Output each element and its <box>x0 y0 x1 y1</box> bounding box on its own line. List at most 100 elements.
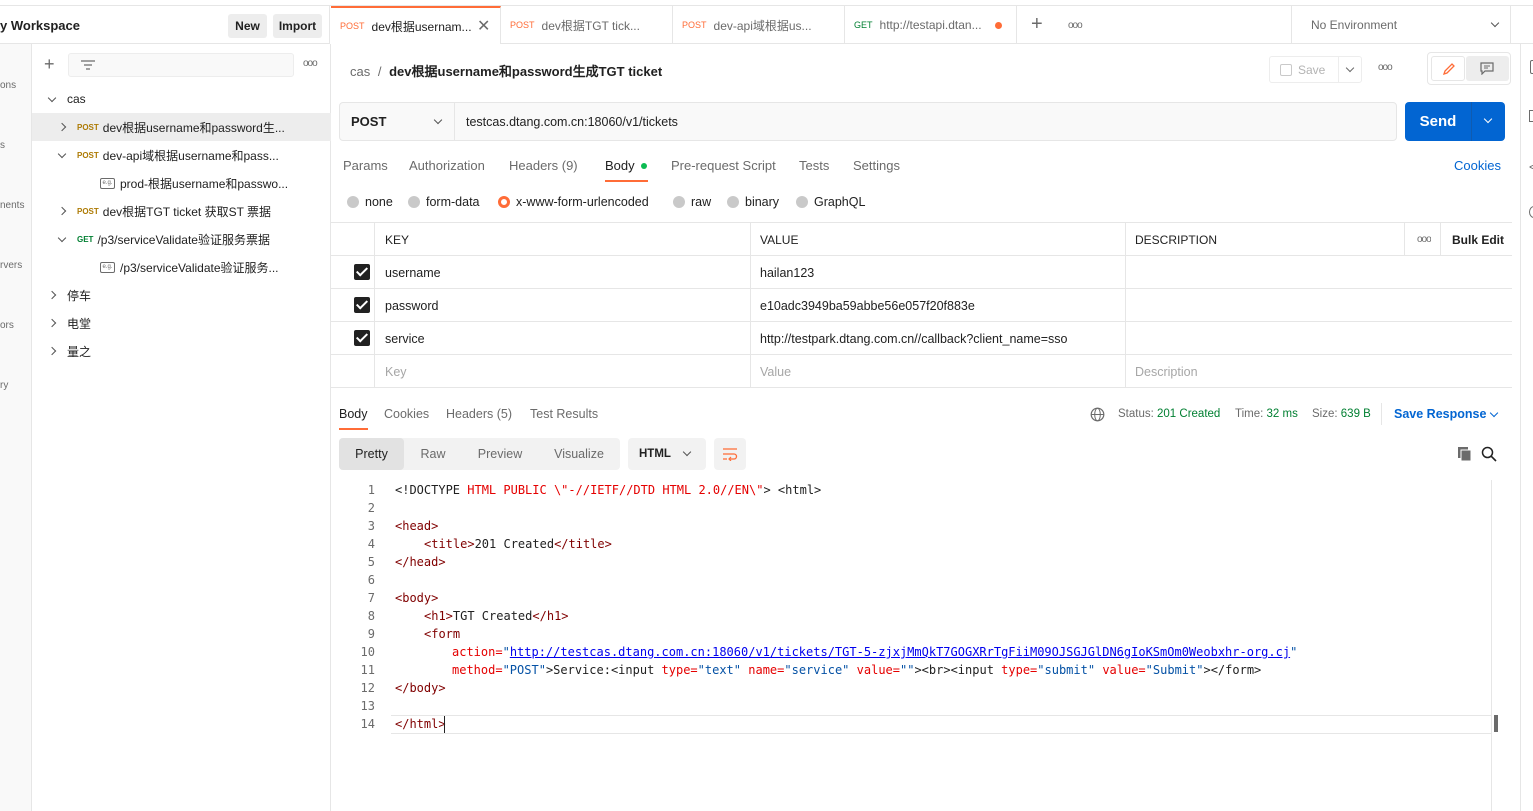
tabs-more-icon[interactable]: ooo <box>1068 20 1083 31</box>
new-key-input[interactable]: Key <box>385 355 407 388</box>
size-value[interactable]: 639 B <box>1341 408 1371 420</box>
response-tab-test-results[interactable]: Test Results <box>530 407 598 421</box>
response-tab-cookies[interactable]: Cookies <box>384 407 429 421</box>
add-collection-icon[interactable]: + <box>44 55 55 73</box>
rail-item-mock-servers[interactable]: rvers <box>0 260 22 271</box>
rail-item-environments[interactable]: nents <box>0 200 24 211</box>
tab-body[interactable]: Body <box>605 158 648 173</box>
tree-request-4[interactable]: GET /p3/serviceValidate验证服务票据 <box>32 225 331 253</box>
radio-graphql[interactable]: GraphQL <box>796 195 865 209</box>
send-button[interactable]: Send <box>1405 102 1471 141</box>
tree-folder-2[interactable]: 停车 <box>32 281 331 309</box>
tree-example-2[interactable]: e.g. /p3/serviceValidate验证服务... <box>32 253 331 281</box>
response-body-editor[interactable]: 1 2 3 4 5 6 7 8 9 10 11 12 13 14 <!DOCTY… <box>331 480 1498 811</box>
row-checkbox[interactable] <box>354 297 370 313</box>
view-visualize-button[interactable]: Visualize <box>538 438 620 470</box>
rail-item-collections[interactable]: ons <box>0 80 16 91</box>
rail-item-apis[interactable]: s <box>0 140 5 151</box>
chevron-down-icon[interactable] <box>1345 63 1355 73</box>
bulk-edit-button[interactable]: Bulk Edit <box>1452 223 1504 256</box>
param-value[interactable]: hailan123 <box>760 256 814 289</box>
response-tab-headers[interactable]: Headers (5) <box>446 407 512 421</box>
wrap-lines-button[interactable] <box>714 438 746 470</box>
comments-icon[interactable] <box>1529 110 1533 122</box>
tab-request-2[interactable]: POST dev根据TGT tick... <box>501 6 673 44</box>
import-button[interactable]: Import <box>273 14 322 38</box>
tab-tests[interactable]: Tests <box>799 158 829 173</box>
param-key[interactable]: service <box>385 322 425 355</box>
tab-request-4[interactable]: GET http://testapi.dtan... <box>845 6 1017 44</box>
radio-binary[interactable]: binary <box>727 195 779 209</box>
code-link[interactable]: http://testcas.dtang.com.cn:18060/v1/tic… <box>510 645 1290 659</box>
view-pretty-button[interactable]: Pretty <box>339 438 404 470</box>
code-token: </h1> <box>532 609 569 623</box>
new-tab-plus-icon[interactable]: + <box>1031 14 1043 34</box>
table-more-icon[interactable]: ooo <box>1417 223 1431 256</box>
format-select[interactable]: HTML <box>628 438 706 470</box>
chevron-down-icon[interactable] <box>1490 18 1500 28</box>
param-value[interactable]: http://testpark.dtang.com.cn//callback?c… <box>760 322 1067 355</box>
chevron-down-icon[interactable] <box>1489 408 1499 418</box>
radio-none[interactable]: none <box>347 195 393 209</box>
new-description-input[interactable]: Description <box>1135 355 1198 388</box>
tab-settings[interactable]: Settings <box>853 158 900 173</box>
line-number: 13 <box>360 699 375 713</box>
globe-icon[interactable] <box>1090 407 1105 422</box>
url-input[interactable]: testcas.dtang.com.cn:18060/v1/tickets <box>466 115 678 129</box>
chevron-down-icon[interactable] <box>1483 114 1493 124</box>
status-value[interactable]: 201 Created <box>1157 408 1220 420</box>
request-more-icon[interactable]: ooo <box>1378 62 1393 73</box>
view-preview-button[interactable]: Preview <box>462 438 538 470</box>
response-tab-body[interactable]: Body <box>339 407 368 421</box>
search-icon[interactable] <box>1481 446 1497 462</box>
radio-x-www-form-urlencoded[interactable]: x-www-form-urlencoded <box>498 195 649 209</box>
request-name[interactable]: dev根据username和password生成TGT ticket <box>389 64 662 79</box>
left-rail: ons s nents rvers ors ry <box>0 44 32 811</box>
tab-request-3[interactable]: POST dev-api域根据us... <box>673 6 845 44</box>
radio-form-data[interactable]: form-data <box>408 195 480 209</box>
tree-folder-cas[interactable]: cas <box>32 85 331 113</box>
environment-selector[interactable]: No Environment <box>1311 18 1397 32</box>
new-value-input[interactable]: Value <box>760 355 791 388</box>
radio-raw[interactable]: raw <box>673 195 711 209</box>
tab-authorization[interactable]: Authorization <box>409 158 485 173</box>
close-icon[interactable]: ✕ <box>477 16 490 36</box>
tree-folder-3[interactable]: 电堂 <box>32 309 331 337</box>
rail-item-monitors[interactable]: ors <box>0 320 14 331</box>
comment-mode-button[interactable] <box>1466 56 1509 81</box>
param-value[interactable]: e10adc3949ba59abbe56e057f20f883e <box>760 289 975 322</box>
code-icon[interactable]: < <box>1529 160 1533 174</box>
editor-scrollbar-track[interactable] <box>1491 480 1492 811</box>
copy-icon[interactable] <box>1457 446 1473 462</box>
save-response-button[interactable]: Save Response <box>1394 407 1486 421</box>
tree-folder-4[interactable]: 量之 <box>32 337 331 365</box>
tree-request-3[interactable]: POST dev根据TGT ticket 获取ST 票据 <box>32 197 331 225</box>
tab-headers[interactable]: Headers (9) <box>509 158 578 173</box>
tree-example-1[interactable]: e.g. prod-根据username和passwo... <box>32 169 331 197</box>
tree-request-1[interactable]: POST dev根据username和password生... <box>32 113 331 141</box>
row-checkbox[interactable] <box>354 330 370 346</box>
rail-item-history[interactable]: ry <box>0 380 8 391</box>
tree-label: dev-api域根据username和pass... <box>102 148 279 163</box>
line-number: 1 <box>367 483 375 497</box>
editor-scrollbar-thumb[interactable] <box>1494 715 1498 732</box>
param-key[interactable]: password <box>385 289 439 322</box>
tab-params[interactable]: Params <box>343 158 388 173</box>
tree-request-2[interactable]: POST dev-api域根据username和pass... <box>32 141 331 169</box>
view-raw-button[interactable]: Raw <box>404 438 462 470</box>
tab-request-1[interactable]: POST dev根据usernam... ✕ <box>331 6 501 44</box>
tab-pre-request-script[interactable]: Pre-request Script <box>671 158 776 173</box>
info-icon[interactable] <box>1529 206 1533 218</box>
edit-mode-button[interactable] <box>1431 56 1465 81</box>
method-select[interactable]: POST <box>340 103 455 140</box>
time-value[interactable]: 32 ms <box>1267 408 1298 420</box>
row-checkbox[interactable] <box>354 264 370 280</box>
param-key[interactable]: username <box>385 256 441 289</box>
breadcrumb-parent[interactable]: cas <box>350 64 370 79</box>
save-button[interactable]: Save <box>1270 57 1338 82</box>
code-line: </body> <box>395 681 446 695</box>
new-button[interactable]: New <box>228 14 267 38</box>
cookies-link[interactable]: Cookies <box>1454 158 1501 173</box>
sidebar-search-input[interactable] <box>68 53 294 77</box>
sidebar-more-icon[interactable]: ooo <box>303 58 318 69</box>
